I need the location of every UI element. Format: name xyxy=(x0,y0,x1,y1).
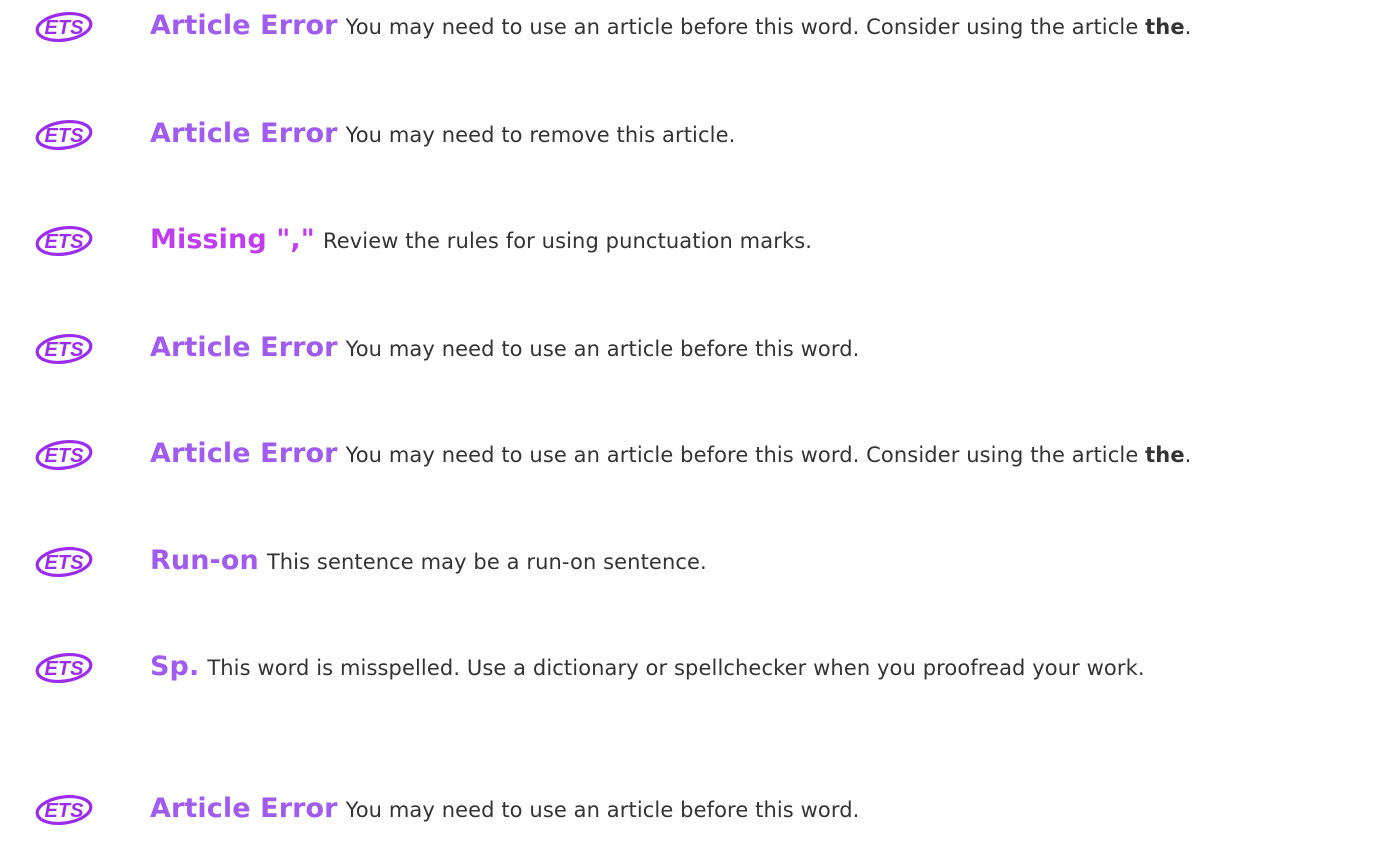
feedback-title[interactable]: Article Error xyxy=(150,332,338,363)
ets-logo-text: ETS xyxy=(45,800,85,822)
ets-logo-icon: ETS xyxy=(34,332,94,366)
feedback-list: ETS Article Error You may need to use an … xyxy=(0,0,1400,853)
feedback-title[interactable]: Sp. xyxy=(150,651,199,682)
ets-logo-text: ETS xyxy=(45,445,85,467)
feedback-message: Review the rules for using punctuation m… xyxy=(322,229,813,253)
feedback-text: Sp. This word is misspelled. Use a dictio… xyxy=(150,651,1390,684)
feedback-title[interactable]: Article Error xyxy=(150,793,338,824)
feedback-trailing: . xyxy=(1184,443,1192,467)
feedback-message: This word is misspelled. Use a dictionar… xyxy=(207,656,1145,680)
feedback-message: You may need to remove this article. xyxy=(345,123,736,147)
ets-logo-icon: ETS xyxy=(34,224,94,258)
ets-logo-icon: ETS xyxy=(34,651,94,685)
feedback-message: You may need to use an article before th… xyxy=(345,337,860,361)
feedback-text: Article Error You may need to use an arti… xyxy=(150,10,1390,43)
feedback-message: You may need to use an article before th… xyxy=(345,15,1139,39)
ets-logo-text: ETS xyxy=(45,339,85,361)
feedback-title[interactable]: Article Error xyxy=(150,118,338,149)
feedback-text: Article Error You may need to remove this… xyxy=(150,118,1390,151)
feedback-emphasis: the xyxy=(1145,443,1185,467)
feedback-trailing: . xyxy=(1184,15,1192,39)
feedback-text: Run-on This sentence may be a run-on sent… xyxy=(150,545,1390,578)
ets-logo-icon: ETS xyxy=(34,10,94,44)
feedback-title[interactable]: Article Error xyxy=(150,10,338,41)
feedback-text: Article Error You may need to use an arti… xyxy=(150,793,1390,826)
feedback-message: You may need to use an article before th… xyxy=(345,443,1139,467)
feedback-text: Article Error You may need to use an arti… xyxy=(150,438,1390,471)
ets-logo-text: ETS xyxy=(45,552,85,574)
ets-logo-text: ETS xyxy=(45,17,85,39)
ets-logo-text: ETS xyxy=(45,231,85,253)
feedback-text: Missing "," Review the rules for using pu… xyxy=(150,224,1390,257)
ets-logo-text: ETS xyxy=(45,658,85,680)
feedback-title[interactable]: Missing "," xyxy=(150,224,315,255)
ets-logo-icon: ETS xyxy=(34,118,94,152)
feedback-message: This sentence may be a run-on sentence. xyxy=(266,550,707,574)
feedback-emphasis: the xyxy=(1145,15,1185,39)
feedback-message: You may need to use an article before th… xyxy=(345,798,860,822)
ets-logo-icon: ETS xyxy=(34,793,94,827)
feedback-title[interactable]: Article Error xyxy=(150,438,338,469)
ets-logo-text: ETS xyxy=(45,125,85,147)
ets-logo-icon: ETS xyxy=(34,545,94,579)
ets-logo-icon: ETS xyxy=(34,438,94,472)
feedback-text: Article Error You may need to use an arti… xyxy=(150,332,1390,365)
feedback-title[interactable]: Run-on xyxy=(150,545,259,576)
